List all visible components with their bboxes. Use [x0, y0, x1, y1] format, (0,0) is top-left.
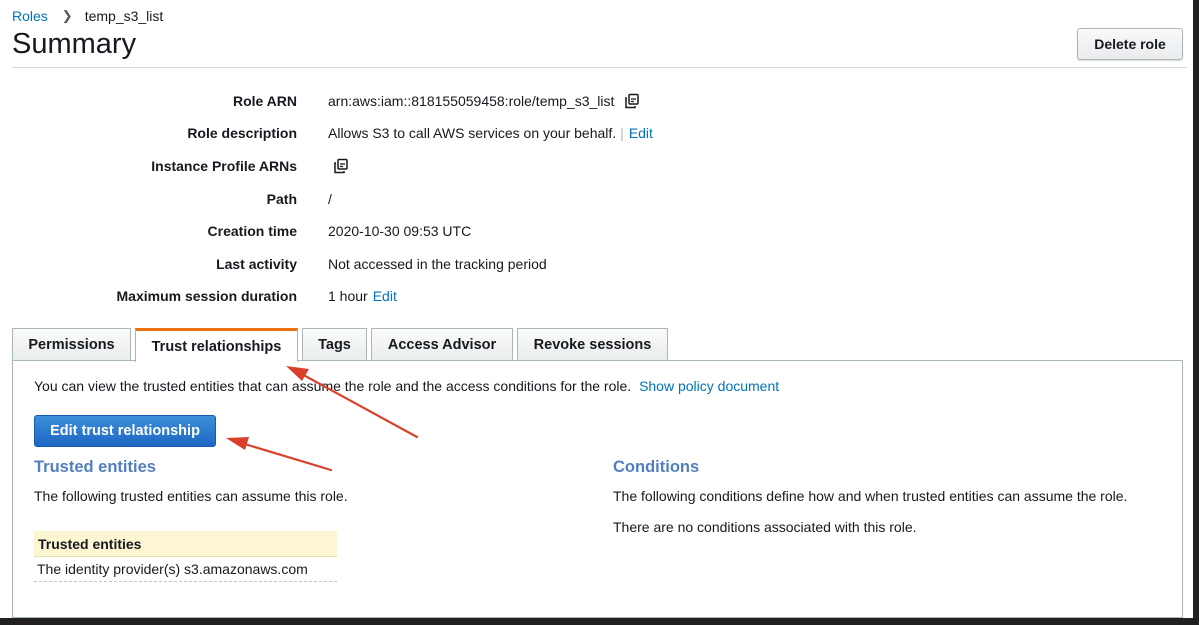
tab-access-advisor[interactable]: Access Advisor — [371, 328, 513, 360]
edit-description-link[interactable]: Edit — [629, 125, 653, 141]
chevron-right-icon: ❯ — [61, 8, 73, 23]
role-description-label: Role description — [187, 125, 297, 141]
edit-session-duration-link[interactable]: Edit — [373, 288, 397, 304]
edit-trust-relationship-button[interactable]: Edit trust relationship — [34, 415, 216, 447]
trust-intro-text: You can view the trusted entities that c… — [34, 378, 632, 394]
creation-time-label: Creation time — [207, 223, 297, 239]
window-frame-right — [1193, 0, 1199, 625]
conditions-empty-message: There are no conditions associated with … — [613, 519, 917, 535]
separator: | — [620, 125, 624, 141]
header-divider — [12, 67, 1187, 68]
max-session-label: Maximum session duration — [116, 288, 297, 304]
path-row: Path / — [0, 187, 332, 211]
trusted-entities-table: Trusted entities The identity provider(s… — [34, 531, 337, 582]
path-label: Path — [266, 191, 297, 207]
table-header: Trusted entities — [34, 531, 337, 557]
creation-time-value: 2020-10-30 09:53 UTC — [328, 223, 472, 239]
trusted-entities-heading: Trusted entities — [34, 458, 156, 476]
table-row: The identity provider(s) s3.amazonaws.co… — [34, 557, 337, 582]
tab-revoke-sessions[interactable]: Revoke sessions — [517, 328, 668, 360]
breadcrumb: Roles ❯ temp_s3_list — [12, 8, 163, 24]
path-value: / — [328, 191, 332, 207]
breadcrumb-current: temp_s3_list — [84, 8, 164, 24]
copy-icon[interactable] — [333, 158, 349, 174]
role-arn-value: arn:aws:iam::818155059458:role/temp_s3_l… — [328, 93, 615, 109]
role-arn-row: Role ARN arn:aws:iam::818155059458:role/… — [0, 89, 640, 113]
copy-icon[interactable] — [624, 93, 640, 109]
window-frame-bottom — [0, 618, 1199, 625]
tab-tags[interactable]: Tags — [302, 328, 367, 360]
instance-profile-label: Instance Profile ARNs — [151, 158, 297, 174]
tab-permissions[interactable]: Permissions — [12, 328, 131, 360]
last-activity-row: Last activity Not accessed in the tracki… — [0, 252, 547, 276]
max-session-value: 1 hour — [328, 288, 368, 304]
trust-intro: You can view the trusted entities that c… — [34, 378, 779, 394]
conditions-heading: Conditions — [613, 458, 700, 476]
page-title: Summary — [12, 28, 137, 60]
show-policy-document-link[interactable]: Show policy document — [639, 378, 779, 394]
breadcrumb-roles-link[interactable]: Roles — [12, 8, 48, 24]
role-description-value: Allows S3 to call AWS services on your b… — [328, 125, 617, 141]
last-activity-value: Not accessed in the tracking period — [328, 256, 547, 272]
creation-time-row: Creation time 2020-10-30 09:53 UTC — [0, 219, 472, 243]
trusted-entities-description: The following trusted entities can assum… — [34, 488, 348, 504]
delete-role-button[interactable]: Delete role — [1077, 28, 1183, 60]
conditions-description: The following conditions define how and … — [613, 488, 1128, 504]
role-description-row: Role description Allows S3 to call AWS s… — [0, 121, 653, 145]
last-activity-label: Last activity — [216, 256, 297, 272]
instance-profile-row: Instance Profile ARNs — [0, 154, 349, 178]
role-arn-label: Role ARN — [232, 93, 297, 109]
max-session-row: Maximum session duration 1 hour Edit — [0, 284, 397, 308]
tab-trust-relationships[interactable]: Trust relationships — [135, 328, 298, 362]
